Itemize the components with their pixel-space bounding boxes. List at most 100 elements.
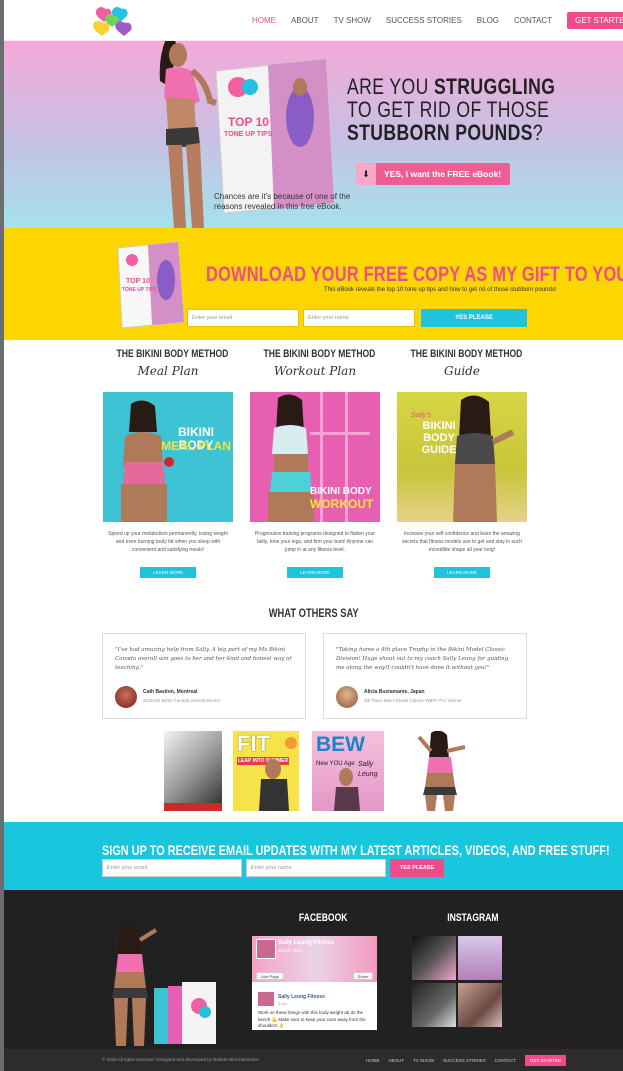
product-description: Progressive training programs designed t… xyxy=(254,531,376,553)
nav-success-stories[interactable]: SUCCESS STORIES xyxy=(386,16,462,25)
hero-line1-a: ARE YOU xyxy=(347,74,434,99)
download-section: TOP 10 TONE UP TIPS DOWNLOAD YOUR FREE C… xyxy=(4,228,623,340)
instagram-photo-2[interactable] xyxy=(458,936,502,980)
ebook-title-2: TONE UP TIPS xyxy=(224,131,273,138)
footer-nav-success-stories[interactable]: SUCCESS STORIES xyxy=(443,1058,486,1063)
workout-overlay-2: WORKOUT xyxy=(310,497,374,511)
footer-nav-contact[interactable]: CONTACT xyxy=(495,1058,516,1063)
footer-section: FACEBOOK INSTAGRAM Sally Leung Fitness 2… xyxy=(4,890,623,1049)
download-name-input[interactable]: Enter your name xyxy=(303,309,415,327)
download-icon: ⬇ xyxy=(356,163,376,185)
instagram-photo-1[interactable] xyxy=(412,936,456,980)
testimonial-name: Cath Basiton, Montreal xyxy=(143,689,198,695)
magazine-3-art xyxy=(334,768,360,811)
meal-plan-overlay-2: MEAL PLAN xyxy=(161,439,231,453)
guide-learn-more-button[interactable]: LEARN MORE xyxy=(434,567,490,578)
hero-line2: TO GET RID OF THOSE xyxy=(347,97,550,122)
workout-plan-image[interactable]: BIKINI BODY WORKOUT xyxy=(250,392,380,522)
product-heading: THE BIKINI BODY METHOD xyxy=(410,348,523,360)
product-guide: THE BIKINI BODY METHOD Guide Sally's BIK… xyxy=(396,348,528,579)
product-heading: THE BIKINI BODY METHOD xyxy=(263,348,376,360)
nav-about[interactable]: ABOUT xyxy=(291,16,319,25)
download-ebook-art xyxy=(117,241,185,329)
nav-tv-show[interactable]: TV SHOW xyxy=(334,16,371,25)
magazine-cover-2[interactable]: FIT LEAP INTO SUMMER xyxy=(233,731,299,811)
site-header: HOME ABOUT TV SHOW SUCCESS STORIES BLOG … xyxy=(4,0,623,41)
facebook-page-name[interactable]: Sally Leung Fitness xyxy=(278,940,334,946)
meal-plan-image[interactable]: BIKINI BODY MEAL PLAN xyxy=(103,392,233,522)
main-nav: HOME ABOUT TV SHOW SUCCESS STORIES BLOG … xyxy=(252,11,623,29)
instagram-title: INSTAGRAM xyxy=(447,912,499,924)
workout-plan-learn-more-button[interactable]: LEARN MORE xyxy=(287,567,343,578)
testimonial-card: "I've had amazing help from Sally. A big… xyxy=(102,633,306,719)
hero-subtext: Chances are it's because of one of the r… xyxy=(214,192,351,211)
hero-line3: STUBBORN POUNDS xyxy=(347,120,533,145)
guide-overlay-1: Sally's xyxy=(411,412,432,419)
testimonial-role: 2015 Ms Bikini Canada Overall Winner xyxy=(143,698,221,703)
facebook-post-author[interactable]: Sally Leung Fitness xyxy=(278,994,325,1000)
signup-email-input[interactable]: Enter your email xyxy=(102,859,242,877)
model-pose-image xyxy=(417,731,466,811)
nav-home[interactable]: HOME xyxy=(252,16,276,25)
download-ebook-title-2: TONE UP TIPS xyxy=(122,287,157,293)
signup-yes-please-button[interactable]: YES PLEASE xyxy=(390,859,444,877)
meal-plan-learn-more-button[interactable]: LEARN MORE xyxy=(140,567,196,578)
page: HOME ABOUT TV SHOW SUCCESS STORIES BLOG … xyxy=(4,0,623,1071)
avatar xyxy=(336,686,358,708)
testimonial-card: "Taking home a 4th place Trophy in the B… xyxy=(323,633,527,719)
magazine-cover-3[interactable]: BEW New YOU Age Sally Leung xyxy=(312,731,384,811)
guide-image[interactable]: Sally's BIKINI BODY GUIDE xyxy=(397,392,527,522)
facebook-widget: Sally Leung Fitness 28,237 likes Like Pa… xyxy=(252,936,377,1030)
product-script-title: Workout Plan xyxy=(273,364,357,378)
download-ebook-image: TOP 10 TONE UP TIPS xyxy=(114,240,186,330)
product-workout-plan: THE BIKINI BODY METHOD Workout Plan BIKI… xyxy=(249,348,381,579)
download-yes-please-button[interactable]: YES PLEASE xyxy=(421,309,527,327)
facebook-post-thumb xyxy=(258,992,274,1006)
download-ebook-title-1: TOP 10 xyxy=(126,278,150,285)
signup-title: SIGN UP TO RECEIVE EMAIL UPDATES WITH MY… xyxy=(102,842,610,858)
magazine-2-art xyxy=(259,737,297,811)
facebook-like-button[interactable]: Like Page xyxy=(256,972,284,980)
nav-contact[interactable]: CONTACT xyxy=(514,16,552,25)
product-heading: THE BIKINI BODY METHOD xyxy=(116,348,229,360)
nav-blog[interactable]: BLOG xyxy=(477,16,499,25)
hero-line3-q: ? xyxy=(532,120,544,145)
avatar xyxy=(115,686,137,708)
signup-name-input[interactable]: Enter your name xyxy=(246,859,386,877)
download-email-input[interactable]: Enter your email xyxy=(187,309,299,327)
instagram-photo-4[interactable] xyxy=(458,983,502,1027)
meal-plan-art xyxy=(121,400,174,522)
footer-nav: HOME ABOUT TV SHOW SUCCESS STORIES CONTA… xyxy=(366,1055,567,1066)
facebook-page-thumb xyxy=(256,939,276,959)
facebook-title: FACEBOOK xyxy=(298,912,348,924)
hero-line1-b: STRUGGLING xyxy=(434,74,556,99)
facebook-post-date: 2 hrs xyxy=(278,1001,287,1006)
footer-model-with-books-image xyxy=(112,926,216,1046)
product-meal-plan: THE BIKINI BODY METHOD Meal Plan BIKINI … xyxy=(102,348,234,579)
footer-bottom-bar: © 2016 All rights reserved. Designed and… xyxy=(4,1049,623,1071)
footer-nav-about[interactable]: ABOUT xyxy=(389,1058,405,1063)
facebook-share-button[interactable]: Share xyxy=(353,972,373,980)
hero-banner: TOP 10 TONE UP TIPS ARE YOU STRUGGLING T… xyxy=(4,41,623,228)
footer-nav-tv-show[interactable]: TV SHOW xyxy=(413,1058,434,1063)
testimonial-name: Alicia Bustamante, Japan xyxy=(364,689,425,695)
free-ebook-button[interactable]: ⬇ YES, I want the FREE eBook! xyxy=(356,163,510,185)
facebook-cover: Sally Leung Fitness 28,237 likes Like Pa… xyxy=(252,936,377,982)
footer-get-started-button[interactable]: GET STARTED xyxy=(525,1055,567,1066)
magazine-cover-1[interactable] xyxy=(164,731,222,811)
magazine-band xyxy=(164,803,222,811)
free-ebook-button-label: YES, I want the FREE eBook! xyxy=(384,169,502,179)
testimonials-title: WHAT OTHERS SAY xyxy=(4,606,623,620)
facebook-post-text: Work on these things with this body weig… xyxy=(258,1010,366,1028)
footer-nav-home[interactable]: HOME xyxy=(366,1058,380,1063)
get-started-button[interactable]: GET STARTED xyxy=(567,11,623,29)
testimonial-quote: "Taking home a 4th place Trophy in the B… xyxy=(336,647,509,671)
heart-logo-icon[interactable] xyxy=(92,3,132,38)
instagram-photo-3[interactable] xyxy=(412,983,456,1027)
ebook-title-1: TOP 10 xyxy=(228,115,269,129)
hero-headline: ARE YOU STRUGGLING TO GET RID OF THOSE S… xyxy=(347,74,555,144)
copyright-text: © 2016 All rights reserved. Designed and… xyxy=(102,1057,259,1062)
testimonials-title-text: WHAT OTHERS SAY xyxy=(268,606,359,620)
signup-section: SIGN UP TO RECEIVE EMAIL UPDATES WITH MY… xyxy=(4,822,623,890)
facebook-likes: 28,237 likes xyxy=(278,948,303,953)
